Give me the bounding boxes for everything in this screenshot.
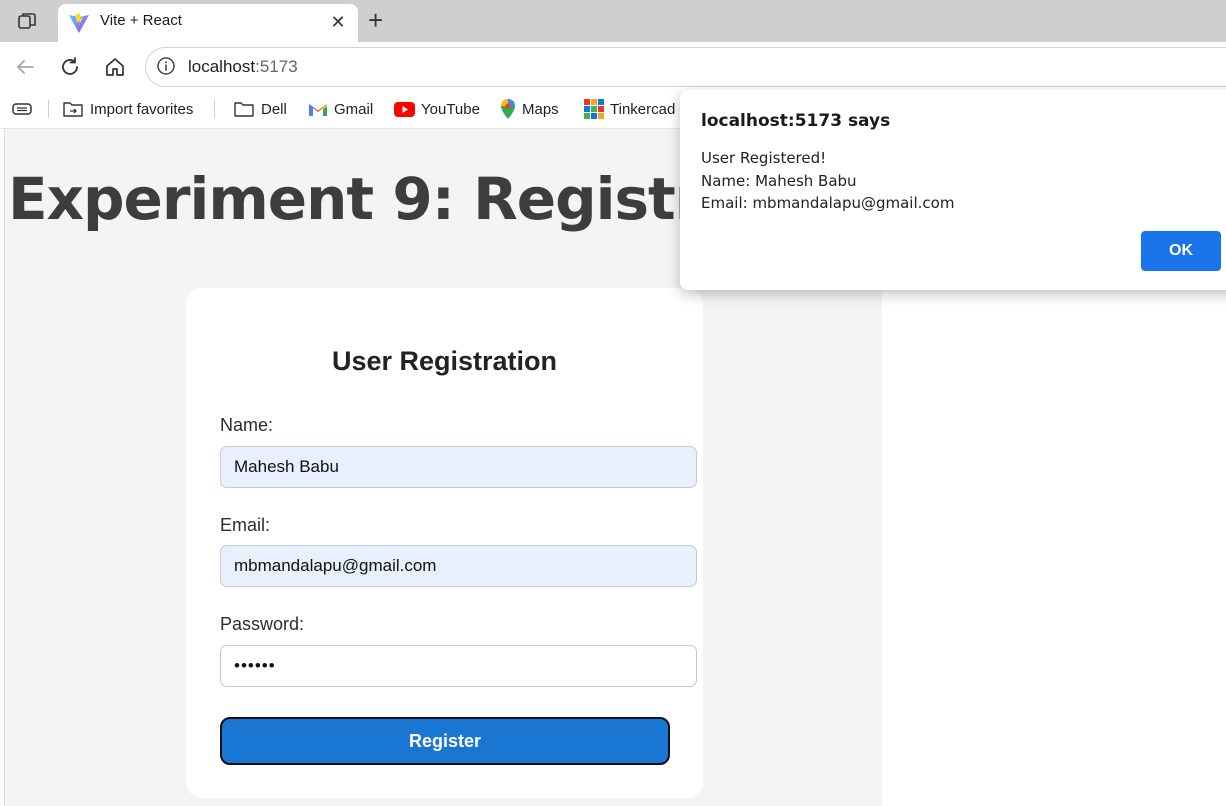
folder-icon (234, 102, 254, 117)
name-input[interactable]: Mahesh Babu (220, 446, 697, 488)
new-tab-button[interactable]: + (368, 6, 383, 34)
url-text: localhost:5173 (188, 57, 298, 77)
reload-button[interactable] (55, 52, 85, 82)
name-label: Name: (220, 415, 274, 435)
youtube-icon (394, 101, 415, 117)
tab-bar: Vite + React ✕ + (0, 0, 1226, 42)
bookmark-label: Dell (261, 100, 287, 118)
url-host: localhost (188, 57, 256, 76)
registration-form: User Registration Name: Mahesh Babu Emai… (186, 288, 703, 798)
bookmark-label: YouTube (421, 100, 480, 118)
back-arrow-icon (17, 60, 34, 74)
site-info-icon[interactable] (156, 56, 176, 76)
bookmark-label: Maps (522, 100, 559, 118)
alert-line: Email: mbmandalapu@gmail.com (701, 194, 955, 212)
maps-pin-icon (501, 99, 515, 119)
bookmark-label: Gmail (334, 100, 374, 118)
email-input[interactable]: mbmandalapu@gmail.com (220, 545, 697, 587)
alert-dialog: localhost:5173 says User Registered! Nam… (680, 90, 1226, 290)
form-title: User Registration (331, 346, 558, 376)
bookmark-label: Import favorites (90, 100, 194, 118)
tab-title: Vite + React (100, 12, 182, 29)
alert-line: Name: Mahesh Babu (701, 171, 857, 190)
tab-actions-icon (12, 103, 32, 115)
workspaces-button[interactable] (14, 8, 40, 34)
alert-message: User Registered! Name: Mahesh Babu Email… (701, 147, 954, 215)
email-label: Email: (220, 515, 271, 535)
tab-active[interactable]: Vite + React ✕ (58, 4, 358, 42)
gmail-icon (309, 104, 327, 116)
url-port: :5173 (255, 57, 298, 76)
bookmark-divider (214, 100, 215, 118)
address-bar[interactable]: localhost:5173 (145, 47, 1226, 87)
bookmark-dell[interactable]: Dell (233, 98, 287, 120)
bookmark-label: Tinkercad (610, 100, 676, 118)
browser-toolbar: localhost:5173 (0, 42, 1226, 90)
bookmark-divider (48, 100, 49, 118)
alert-line: User Registered! (701, 149, 827, 167)
bookmark-import-favorites[interactable]: Import favorites (62, 98, 193, 120)
tab-close-icon[interactable]: ✕ (328, 10, 348, 34)
alert-ok-button[interactable]: OK (1141, 231, 1221, 271)
bookmark-youtube[interactable]: YouTube (394, 98, 480, 120)
bookmark-tinkercad[interactable]: Tinkercad (584, 98, 675, 120)
reload-icon (62, 57, 78, 75)
bookmark-maps[interactable]: Maps (500, 98, 559, 120)
home-button[interactable] (100, 52, 130, 82)
vite-logo-icon (69, 13, 89, 33)
tab-actions-button[interactable] (11, 98, 33, 120)
register-button[interactable]: Register (220, 717, 670, 765)
password-input[interactable]: •••••• (220, 645, 697, 687)
password-label: Password: (220, 614, 305, 634)
alert-title: localhost:5173 says (701, 111, 891, 131)
workspaces-icon (18, 13, 36, 29)
import-favorites-icon (63, 102, 83, 117)
tinkercad-icon (584, 99, 604, 119)
back-button[interactable] (10, 52, 40, 82)
home-icon (106, 58, 124, 76)
bookmark-gmail[interactable]: Gmail (308, 98, 373, 120)
